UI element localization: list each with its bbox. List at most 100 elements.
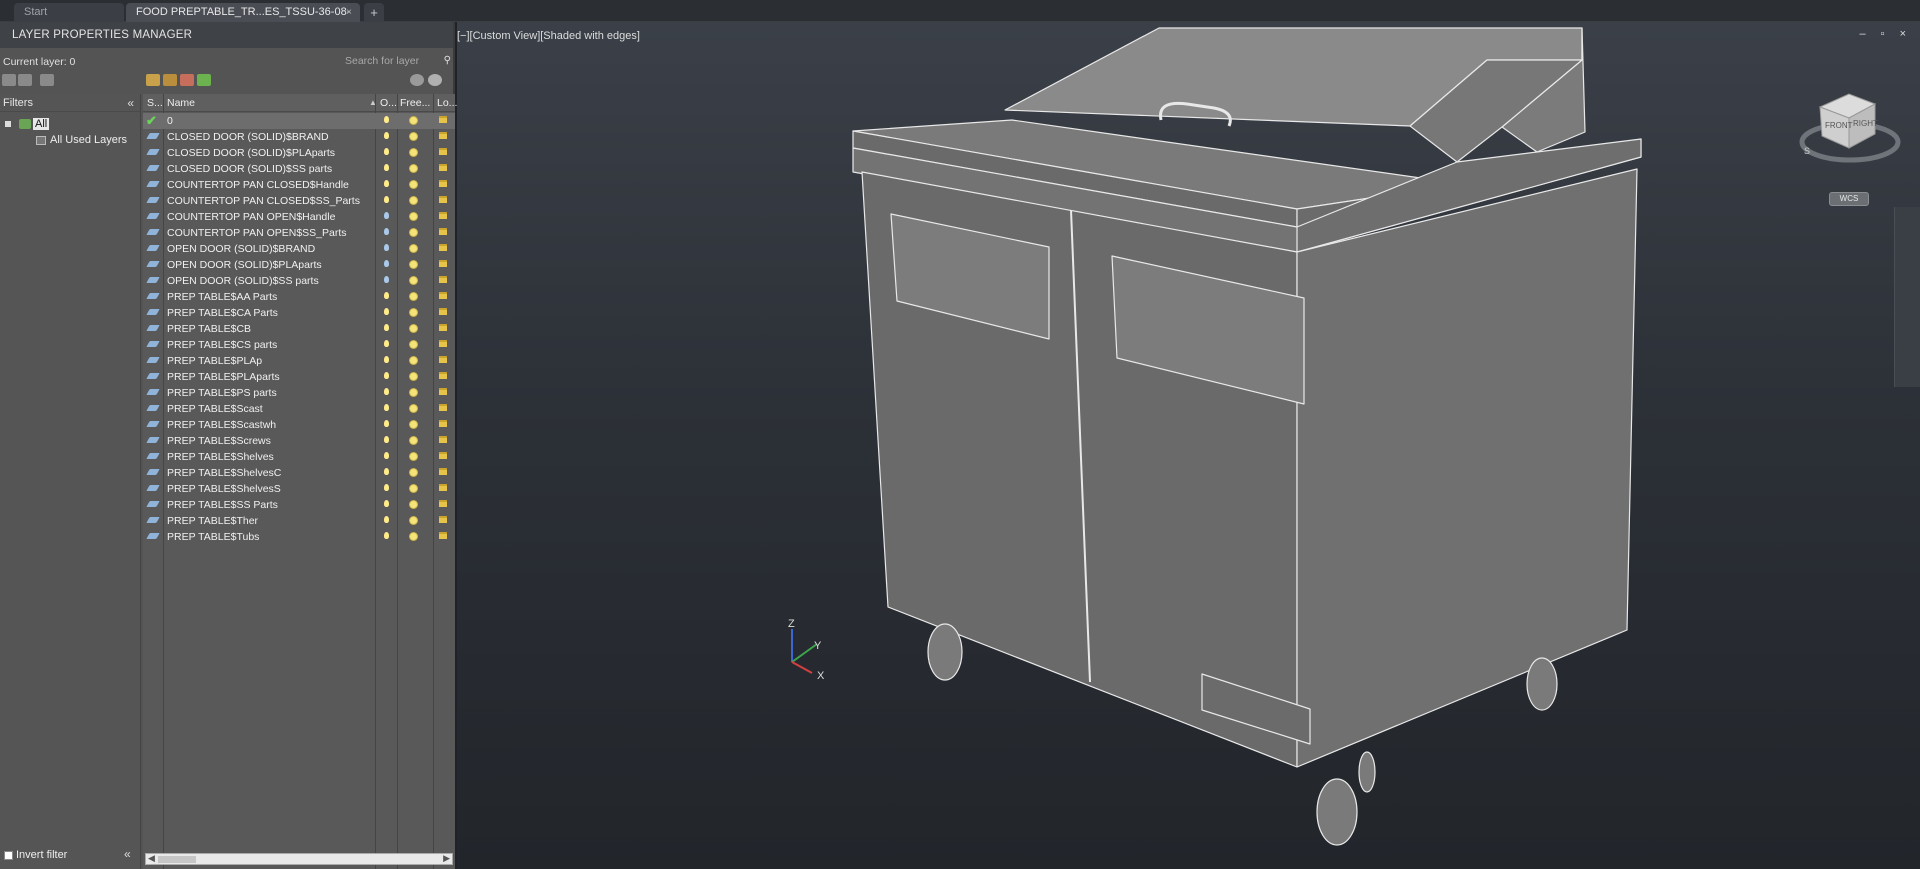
layer-name[interactable]: PREP TABLE$SS Parts <box>167 497 278 513</box>
layer-row[interactable]: PREP TABLE$Scast <box>143 401 455 417</box>
layer-freeze-sun-icon[interactable] <box>410 117 417 124</box>
layer-status-icon[interactable] <box>146 485 160 491</box>
layer-row[interactable]: PREP TABLE$CB <box>143 321 455 337</box>
invert-filter-checkbox[interactable]: Invert filter <box>4 849 67 861</box>
layer-lock-icon[interactable] <box>439 292 447 299</box>
layer-status-icon[interactable] <box>146 453 160 459</box>
layer-row[interactable]: CLOSED DOOR (SOLID)$SS parts <box>143 161 455 177</box>
layer-freeze-sun-icon[interactable] <box>410 213 417 220</box>
layer-freeze-sun-icon[interactable] <box>410 261 417 268</box>
layer-name[interactable]: PREP TABLE$Tubs <box>167 529 259 545</box>
layer-status-icon[interactable] <box>146 325 160 331</box>
layer-freeze-sun-icon[interactable] <box>410 421 417 428</box>
viewcube-front-label[interactable]: FRONT <box>1825 121 1853 130</box>
layer-lock-icon[interactable] <box>439 420 447 427</box>
tree-collapse-icon[interactable] <box>5 121 11 128</box>
layer-freeze-sun-icon[interactable] <box>410 437 417 444</box>
scroll-left-icon[interactable]: ◀ <box>148 853 155 864</box>
layer-status-icon[interactable] <box>146 517 160 523</box>
horizontal-scrollbar[interactable]: ◀ ▶ <box>145 853 453 865</box>
column-freeze[interactable]: Free... <box>400 94 430 112</box>
layer-on-lightbulb-icon[interactable] <box>384 292 389 299</box>
layer-on-lightbulb-icon[interactable] <box>384 500 389 507</box>
layer-lock-icon[interactable] <box>439 180 447 187</box>
layer-name[interactable]: CLOSED DOOR (SOLID)$PLAparts <box>167 145 335 161</box>
layer-freeze-sun-icon[interactable] <box>410 341 417 348</box>
layer-on-lightbulb-icon[interactable] <box>384 228 389 235</box>
layer-freeze-sun-icon[interactable] <box>410 309 417 316</box>
new-group-filter-icon[interactable] <box>18 74 32 86</box>
layer-row[interactable]: OPEN DOOR (SOLID)$BRAND <box>143 241 455 257</box>
settings-gear-icon[interactable] <box>428 74 442 86</box>
layer-status-icon[interactable] <box>146 501 160 507</box>
layer-freeze-sun-icon[interactable] <box>410 149 417 156</box>
layer-name[interactable]: 0 <box>167 113 173 129</box>
column-lock[interactable]: Lo... <box>437 94 457 112</box>
layer-on-lightbulb-icon[interactable] <box>384 164 389 171</box>
layer-freeze-sun-icon[interactable] <box>410 357 417 364</box>
model-viewport[interactable]: [−][Custom View][Shaded with edges] – ▫ … <box>457 22 1920 869</box>
layer-row[interactable]: PREP TABLE$PLAparts <box>143 369 455 385</box>
layer-row[interactable]: PREP TABLE$Ther <box>143 513 455 529</box>
layer-on-lightbulb-icon[interactable] <box>384 308 389 315</box>
new-layer-icon[interactable] <box>146 74 160 86</box>
layer-on-lightbulb-icon[interactable] <box>384 340 389 347</box>
layer-row[interactable]: COUNTERTOP PAN OPEN$SS_Parts <box>143 225 455 241</box>
close-tab-icon[interactable]: × <box>346 3 352 22</box>
layer-name[interactable]: PREP TABLE$CB <box>167 321 251 337</box>
layer-status-icon[interactable] <box>146 245 160 251</box>
layer-row[interactable]: ✔ 0 <box>143 113 455 129</box>
layer-status-icon[interactable] <box>146 357 160 363</box>
layer-name[interactable]: PREP TABLE$CS parts <box>167 337 277 353</box>
layer-row[interactable]: OPEN DOOR (SOLID)$SS parts <box>143 273 455 289</box>
current-layer-check-icon[interactable]: ✔ <box>146 113 157 129</box>
new-layer-vp-frozen-icon[interactable] <box>163 74 177 86</box>
layer-freeze-sun-icon[interactable] <box>410 181 417 188</box>
layer-row[interactable]: PREP TABLE$Shelves <box>143 449 455 465</box>
layer-freeze-sun-icon[interactable] <box>410 277 417 284</box>
layer-name[interactable]: PREP TABLE$AA Parts <box>167 289 277 305</box>
layer-lock-icon[interactable] <box>439 212 447 219</box>
layer-freeze-sun-icon[interactable] <box>410 485 417 492</box>
layer-freeze-sun-icon[interactable] <box>410 245 417 252</box>
checkbox-icon[interactable] <box>4 850 13 860</box>
layer-status-icon[interactable] <box>146 533 160 539</box>
layer-on-lightbulb-icon[interactable] <box>384 148 389 155</box>
viewcube-right-label[interactable]: RIGHT <box>1853 119 1878 128</box>
layer-lock-icon[interactable] <box>439 116 447 123</box>
filter-tree-all[interactable]: All <box>5 118 50 130</box>
layer-on-lightbulb-icon[interactable] <box>384 276 389 283</box>
layer-freeze-sun-icon[interactable] <box>410 469 417 476</box>
new-property-filter-icon[interactable] <box>2 74 16 86</box>
layer-status-icon[interactable] <box>146 181 160 187</box>
layer-lock-icon[interactable] <box>439 132 447 139</box>
layer-on-lightbulb-icon[interactable] <box>384 196 389 203</box>
layer-status-icon[interactable] <box>146 165 160 171</box>
layer-lock-icon[interactable] <box>439 452 447 459</box>
layer-row[interactable]: PREP TABLE$ShelvesS <box>143 481 455 497</box>
layer-name[interactable]: PREP TABLE$Shelves <box>167 449 274 465</box>
layer-lock-icon[interactable] <box>439 436 447 443</box>
layer-name[interactable]: PREP TABLE$CA Parts <box>167 305 278 321</box>
layer-lock-icon[interactable] <box>439 260 447 267</box>
tab-start[interactable]: Start <box>14 3 124 22</box>
layer-on-lightbulb-icon[interactable] <box>384 324 389 331</box>
palette-title[interactable]: LAYER PROPERTIES MANAGER <box>0 22 453 48</box>
scroll-thumb[interactable] <box>158 856 196 863</box>
layer-row[interactable]: OPEN DOOR (SOLID)$PLAparts <box>143 257 455 273</box>
layer-name[interactable]: PREP TABLE$PLAp <box>167 353 262 369</box>
layer-on-lightbulb-icon[interactable] <box>384 212 389 219</box>
layer-freeze-sun-icon[interactable] <box>410 453 417 460</box>
layer-status-icon[interactable] <box>146 341 160 347</box>
layer-row[interactable]: PREP TABLE$SS Parts <box>143 497 455 513</box>
layer-lock-icon[interactable] <box>439 276 447 283</box>
layer-name[interactable]: PREP TABLE$Scast <box>167 401 263 417</box>
layer-freeze-sun-icon[interactable] <box>410 293 417 300</box>
layer-freeze-sun-icon[interactable] <box>410 133 417 140</box>
layer-on-lightbulb-icon[interactable] <box>384 484 389 491</box>
layer-on-lightbulb-icon[interactable] <box>384 452 389 459</box>
layer-row[interactable]: PREP TABLE$ShelvesC <box>143 465 455 481</box>
layer-row[interactable]: PREP TABLE$Tubs <box>143 529 455 545</box>
layer-lock-icon[interactable] <box>439 516 447 523</box>
layer-name[interactable]: OPEN DOOR (SOLID)$BRAND <box>167 241 315 257</box>
